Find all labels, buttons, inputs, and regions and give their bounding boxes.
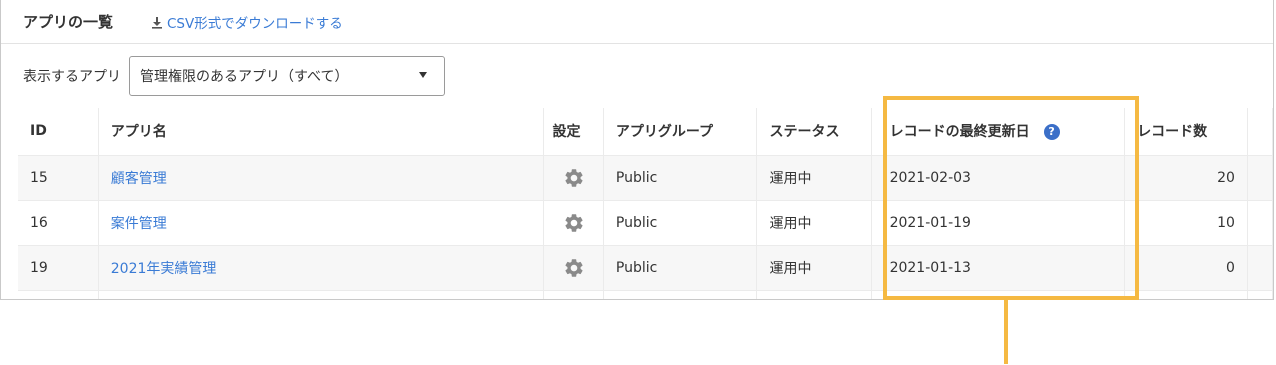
csv-download-label[interactable]: CSV形式でダウンロードする xyxy=(167,12,343,32)
cell-settings xyxy=(543,200,604,246)
cell-id xyxy=(18,290,99,299)
gear-icon[interactable] xyxy=(563,167,585,189)
cell-id: 19 xyxy=(18,245,99,291)
cell-last-updated xyxy=(871,290,1126,299)
panel-header: アプリの一覧 CSV形式でダウンロードする xyxy=(1,0,1273,44)
page-title: アプリの一覧 xyxy=(23,13,114,31)
column-header-app-name[interactable]: アプリ名 xyxy=(98,108,545,156)
cell-id: 15 xyxy=(18,155,99,201)
cell-extra xyxy=(1247,245,1273,291)
cell-status: 運用中 xyxy=(756,200,872,246)
cell-status: 運用中 xyxy=(756,245,872,291)
cell-status xyxy=(756,290,872,299)
filter-label: 表示するアプリ xyxy=(23,69,121,85)
column-header-last-updated[interactable]: レコードの最終更新日? xyxy=(871,108,1126,156)
callout-line xyxy=(1004,300,1008,364)
download-icon xyxy=(152,16,162,29)
app-name-link[interactable]: 2021年実績管理 xyxy=(111,261,217,277)
table-row xyxy=(18,290,1273,299)
cell-settings xyxy=(543,155,604,201)
cell-id: 16 xyxy=(18,200,99,246)
cell-app-name: 2021年実績管理 xyxy=(98,245,545,291)
cell-last-updated: 2021-02-03 xyxy=(871,155,1126,201)
column-header-id[interactable]: ID xyxy=(18,108,99,156)
cell-extra xyxy=(1247,290,1273,299)
gear-icon[interactable] xyxy=(563,212,585,234)
cell-record-count: 0 xyxy=(1124,245,1248,291)
table-row: 19 2021年実績管理 Public 運用中 2021-01-13 0 xyxy=(18,245,1273,291)
cell-extra xyxy=(1247,200,1273,246)
cell-extra xyxy=(1247,155,1273,201)
last-updated-label[interactable]: レコードの最終更新日 xyxy=(890,124,1030,140)
cell-last-updated: 2021-01-19 xyxy=(871,200,1126,246)
cell-settings xyxy=(543,245,604,291)
app-name-link[interactable]: 顧客管理 xyxy=(111,171,167,187)
column-header-app-group[interactable]: アプリグループ xyxy=(603,108,758,156)
table-row: 16 案件管理 Public 運用中 2021-01-19 10 xyxy=(18,200,1273,246)
app-table: ID アプリ名 設定 アプリグループ ステータス レコードの最終更新日? レコー… xyxy=(18,108,1273,299)
column-header-settings: 設定 xyxy=(543,108,604,156)
app-filter-selected: 管理権限のあるアプリ（すべて） xyxy=(140,69,349,85)
app-filter: 表示するアプリ 管理権限のあるアプリ（すべて） xyxy=(23,55,445,97)
cell-app-name: 案件管理 xyxy=(98,200,545,246)
app-filter-select[interactable]: 管理権限のあるアプリ（すべて） xyxy=(129,56,445,96)
table-header-row: ID アプリ名 設定 アプリグループ ステータス レコードの最終更新日? レコー… xyxy=(18,108,1273,156)
cell-app-name xyxy=(98,290,545,299)
cell-app-group xyxy=(603,290,758,299)
column-header-status[interactable]: ステータス xyxy=(756,108,872,156)
csv-download-link[interactable]: CSV形式でダウンロードする xyxy=(151,12,343,32)
column-header-extra xyxy=(1247,108,1273,156)
column-header-record-count[interactable]: レコード数 xyxy=(1124,108,1248,156)
help-icon[interactable]: ? xyxy=(1043,124,1060,141)
app-list-panel: アプリの一覧 CSV形式でダウンロードする 表示するアプリ 管理権限のあるアプリ… xyxy=(0,0,1274,300)
cell-app-name: 顧客管理 xyxy=(98,155,545,201)
cell-record-count: 10 xyxy=(1124,200,1248,246)
cell-status: 運用中 xyxy=(756,155,872,201)
cell-app-group: Public xyxy=(603,245,758,291)
cell-record-count: 20 xyxy=(1124,155,1248,201)
cell-app-group: Public xyxy=(603,155,758,201)
cell-record-count xyxy=(1124,290,1248,299)
chevron-down-icon xyxy=(419,72,427,78)
cell-app-group: Public xyxy=(603,200,758,246)
cell-settings xyxy=(543,290,604,299)
cell-last-updated: 2021-01-13 xyxy=(871,245,1126,291)
gear-icon[interactable] xyxy=(563,257,585,279)
app-name-link[interactable]: 案件管理 xyxy=(111,216,167,232)
table-row: 15 顧客管理 Public 運用中 2021-02-03 20 xyxy=(18,155,1273,201)
